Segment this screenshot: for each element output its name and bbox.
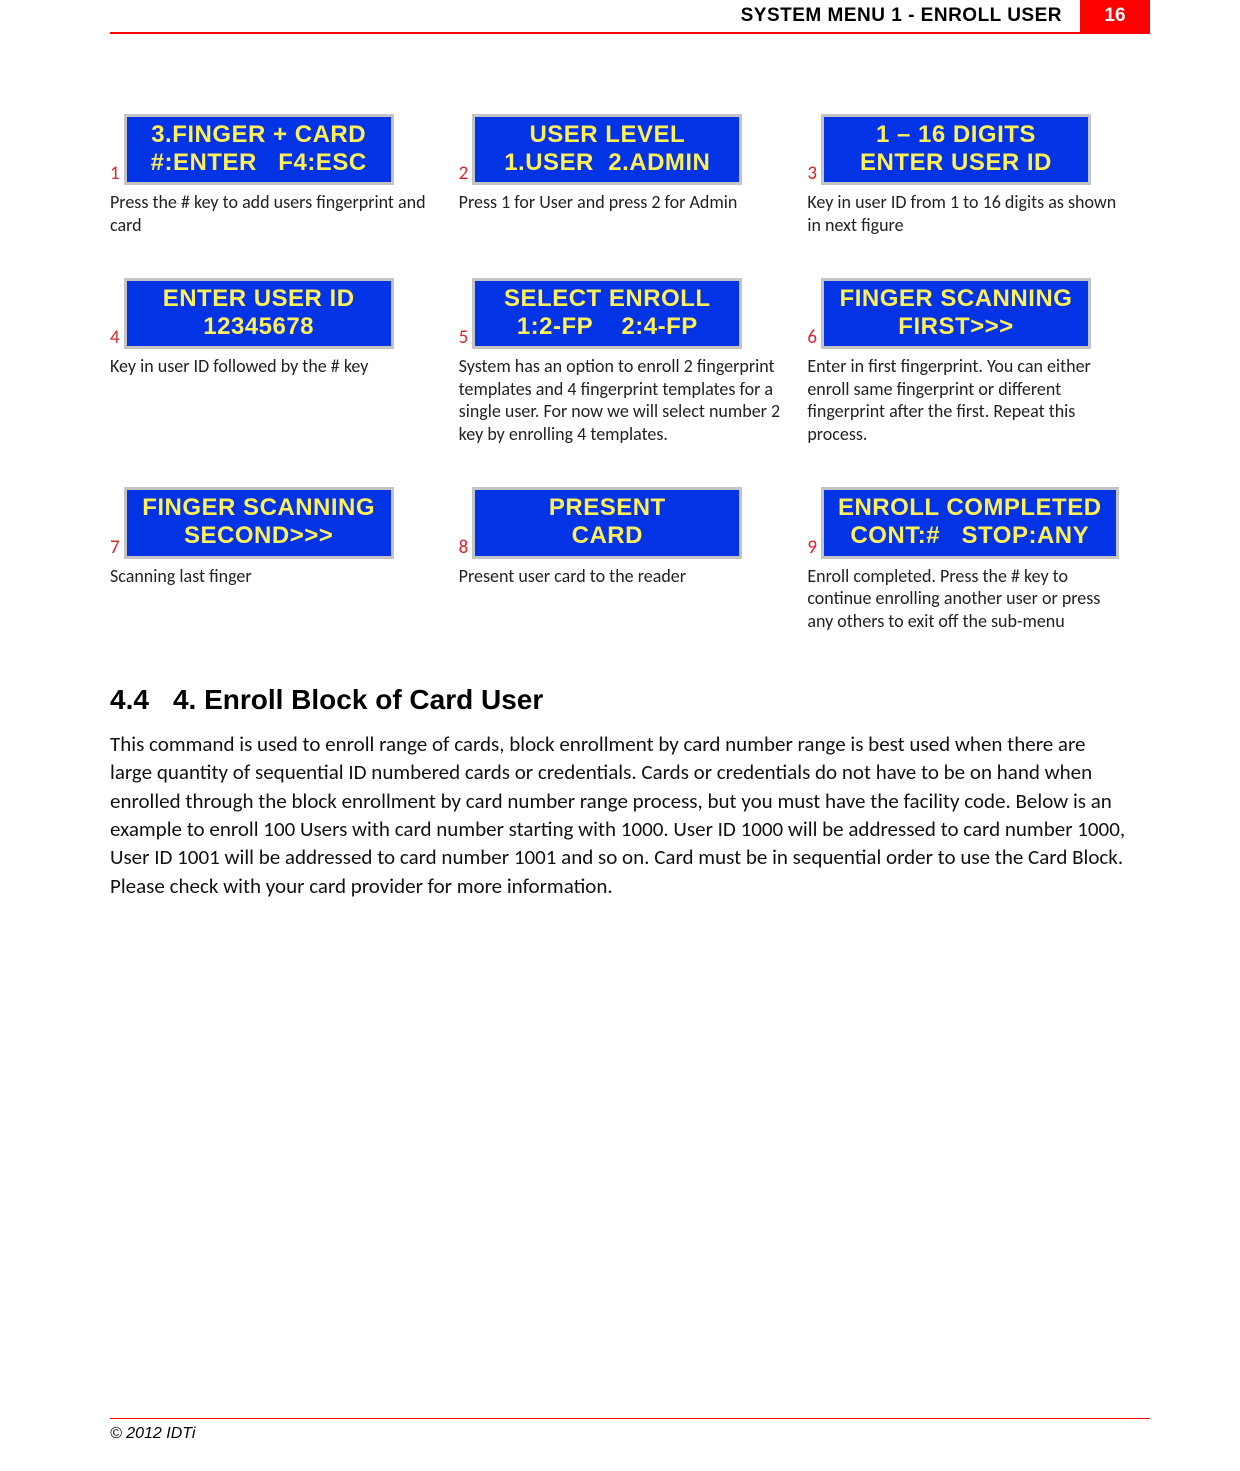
step-7-lcd: FINGER SCANNING SECOND>>> <box>124 487 394 558</box>
step-5-lcd: SELECT ENROLL 1:2-FP 2:4-FP <box>472 278 742 349</box>
step-4-top: 4 ENTER USER ID 12345678 <box>110 278 433 349</box>
step-3-caption: Key in user ID from 1 to 16 digits as sh… <box>807 191 1130 236</box>
step-5-lcd-line-1: SELECT ENROLL <box>504 285 711 312</box>
step-1-lcd-line-2: #:ENTER F4:ESC <box>151 149 367 176</box>
step-8: 8 PRESENT CARD Present user card to the … <box>459 487 782 632</box>
step-8-lcd: PRESENT CARD <box>472 487 742 558</box>
step-7-lcd-line-2: SECOND>>> <box>184 522 333 549</box>
step-6-lcd-line-1: FINGER SCANNING <box>840 285 1073 312</box>
step-5-top: 5 SELECT ENROLL 1:2-FP 2:4-FP <box>459 278 782 349</box>
step-7-caption: Scanning last finger <box>110 565 433 588</box>
section-number: 4.4 <box>110 684 149 715</box>
step-3-number: 3 <box>807 164 817 185</box>
step-3: 3 1 – 16 DIGITS ENTER USER ID Key in use… <box>807 114 1130 236</box>
footer-copyright: © 2012 IDTi <box>110 1425 195 1442</box>
step-9-lcd-line-1: ENROLL COMPLETED <box>838 494 1102 521</box>
step-3-lcd: 1 – 16 DIGITS ENTER USER ID <box>821 114 1091 185</box>
step-1: 1 3.FINGER + CARD #:ENTER F4:ESC Press t… <box>110 114 433 236</box>
step-7: 7 FINGER SCANNING SECOND>>> Scanning las… <box>110 487 433 632</box>
page-footer: © 2012 IDTi <box>110 1418 1150 1443</box>
step-6: 6 FINGER SCANNING FIRST>>> Enter in firs… <box>807 278 1130 445</box>
page: SYSTEM MENU 1 - ENROLL USER 16 1 3.FINGE… <box>0 0 1240 1471</box>
step-grid: 1 3.FINGER + CARD #:ENTER F4:ESC Press t… <box>110 114 1130 632</box>
step-9-lcd-line-2: CONT:# STOP:ANY <box>850 522 1089 549</box>
step-6-lcd: FINGER SCANNING FIRST>>> <box>821 278 1091 349</box>
step-8-number: 8 <box>459 538 469 559</box>
step-1-top: 1 3.FINGER + CARD #:ENTER F4:ESC <box>110 114 433 185</box>
step-9-caption: Enroll completed. Press the # key to con… <box>807 565 1130 633</box>
step-4: 4 ENTER USER ID 12345678 Key in user ID … <box>110 278 433 445</box>
step-7-number: 7 <box>110 538 120 559</box>
step-7-lcd-line-1: FINGER SCANNING <box>142 494 375 521</box>
step-7-top: 7 FINGER SCANNING SECOND>>> <box>110 487 433 558</box>
step-6-number: 6 <box>807 328 817 349</box>
header-page-number: 16 <box>1080 0 1150 32</box>
step-1-caption: Press the # key to add users fingerprint… <box>110 191 433 236</box>
step-4-lcd-line-2: 12345678 <box>203 313 314 340</box>
header-title: SYSTEM MENU 1 - ENROLL USER <box>723 0 1080 32</box>
step-5-lcd-line-2: 1:2-FP 2:4-FP <box>517 313 698 340</box>
step-3-top: 3 1 – 16 DIGITS ENTER USER ID <box>807 114 1130 185</box>
step-8-lcd-line-1: PRESENT <box>549 494 666 521</box>
step-2: 2 USER LEVEL 1.USER 2.ADMIN Press 1 for … <box>459 114 782 236</box>
content: 1 3.FINGER + CARD #:ENTER F4:ESC Press t… <box>110 114 1130 900</box>
step-8-caption: Present user card to the reader <box>459 565 782 588</box>
step-2-top: 2 USER LEVEL 1.USER 2.ADMIN <box>459 114 782 185</box>
step-2-lcd: USER LEVEL 1.USER 2.ADMIN <box>472 114 742 185</box>
step-1-lcd: 3.FINGER + CARD #:ENTER F4:ESC <box>124 114 394 185</box>
step-4-number: 4 <box>110 328 120 349</box>
step-2-number: 2 <box>459 164 469 185</box>
section-heading: 4.4 4. Enroll Block of Card User <box>110 684 1130 716</box>
step-6-top: 6 FINGER SCANNING FIRST>>> <box>807 278 1130 349</box>
step-3-lcd-line-1: 1 – 16 DIGITS <box>876 121 1036 148</box>
step-2-caption: Press 1 for User and press 2 for Admin <box>459 191 782 214</box>
step-4-lcd-line-1: ENTER USER ID <box>163 285 355 312</box>
step-1-lcd-line-1: 3.FINGER + CARD <box>151 121 366 148</box>
step-6-lcd-line-2: FIRST>>> <box>898 313 1013 340</box>
step-8-lcd-line-2: CARD <box>572 522 643 549</box>
step-9-number: 9 <box>807 538 817 559</box>
step-9: 9 ENROLL COMPLETED CONT:# STOP:ANY Enrol… <box>807 487 1130 632</box>
step-5-caption: System has an option to enroll 2 fingerp… <box>459 355 782 445</box>
step-4-caption: Key in user ID followed by the # key <box>110 355 433 378</box>
step-6-caption: Enter in first fingerprint. You can eith… <box>807 355 1130 445</box>
step-2-lcd-line-1: USER LEVEL <box>529 121 685 148</box>
step-1-number: 1 <box>110 164 120 185</box>
step-5: 5 SELECT ENROLL 1:2-FP 2:4-FP System has… <box>459 278 782 445</box>
step-2-lcd-line-2: 1.USER 2.ADMIN <box>504 149 710 176</box>
step-4-lcd: ENTER USER ID 12345678 <box>124 278 394 349</box>
step-3-lcd-line-2: ENTER USER ID <box>860 149 1052 176</box>
step-8-top: 8 PRESENT CARD <box>459 487 782 558</box>
step-9-top: 9 ENROLL COMPLETED CONT:# STOP:ANY <box>807 487 1130 558</box>
step-5-number: 5 <box>459 328 469 349</box>
section-body: This command is used to enroll range of … <box>110 730 1130 900</box>
page-header: SYSTEM MENU 1 - ENROLL USER 16 <box>110 0 1150 34</box>
step-9-lcd: ENROLL COMPLETED CONT:# STOP:ANY <box>821 487 1119 558</box>
section-title: 4. Enroll Block of Card User <box>173 684 543 715</box>
